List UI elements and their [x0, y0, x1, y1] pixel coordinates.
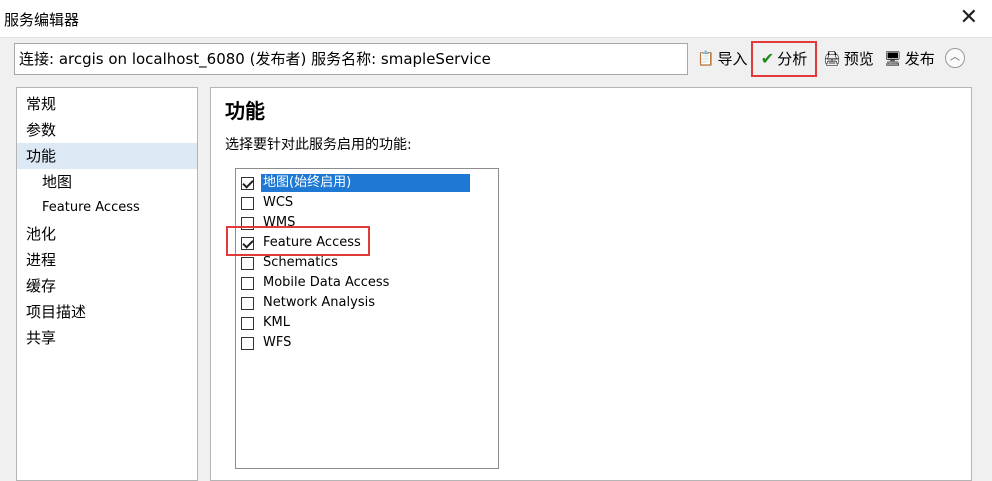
publish-label: 发布	[904, 50, 935, 68]
capabilities-list: 地图(始终启用) WCS WMS Feature Access Schemati…	[235, 168, 499, 469]
list-item[interactable]: WFS	[241, 333, 293, 353]
sidebar-item-processes[interactable]: 进程	[17, 247, 197, 273]
collapse-icon[interactable]: ︿	[945, 48, 965, 68]
sidebar-item-caching[interactable]: 缓存	[17, 273, 197, 299]
import-button[interactable]: 📋 导入	[697, 43, 747, 75]
import-label: 导入	[717, 50, 748, 68]
list-item[interactable]: WCS	[241, 193, 295, 213]
import-icon: 📋	[697, 51, 715, 67]
checkbox[interactable]	[241, 196, 254, 210]
checkbox[interactable]	[241, 336, 254, 350]
checkbox[interactable]	[241, 176, 254, 190]
checkbox[interactable]	[241, 276, 254, 290]
capability-label: KML	[263, 315, 290, 330]
capability-label: WFS	[263, 335, 292, 350]
list-item[interactable]: Schematics	[241, 253, 340, 273]
list-item[interactable]: Network Analysis	[241, 293, 377, 313]
list-item[interactable]: 地图(始终启用)	[241, 173, 470, 193]
checkbox[interactable]	[241, 256, 254, 270]
analyze-label: 分析	[777, 50, 808, 68]
capability-label: 地图(始终启用)	[261, 174, 470, 192]
sidebar-item-capabilities[interactable]: 功能	[17, 143, 197, 169]
list-item[interactable]: KML	[241, 313, 292, 333]
close-icon[interactable]: ✕	[960, 5, 978, 30]
main-panel: 功能 选择要针对此服务启用的功能: 地图(始终启用) WCS WMS Featu…	[210, 87, 972, 481]
list-item[interactable]: Mobile Data Access	[241, 273, 391, 293]
sidebar-item-map[interactable]: 地图	[17, 169, 197, 195]
checkbox[interactable]	[241, 316, 254, 330]
preview-label: 预览	[843, 50, 874, 68]
sidebar-item-feature-access[interactable]: Feature Access	[17, 195, 197, 221]
sidebar-item-item-description[interactable]: 项目描述	[17, 299, 197, 325]
sidebar-item-general[interactable]: 常规	[17, 91, 197, 117]
toolbar: 连接: arcgis on localhost_6080 (发布者) 服务名称:…	[0, 38, 992, 84]
capability-label: Network Analysis	[263, 295, 375, 310]
title-bar: 服务编辑器 ✕	[0, 0, 992, 38]
preview-button[interactable]: 🖨 预览	[823, 43, 874, 75]
page-title: 功能	[225, 99, 265, 123]
preview-icon: 🖨	[823, 51, 841, 67]
connection-field: 连接: arcgis on localhost_6080 (发布者) 服务名称:…	[14, 43, 688, 75]
check-icon: ✔	[760, 49, 775, 68]
capabilities-prompt: 选择要针对此服务启用的功能:	[225, 137, 412, 153]
publish-icon: 🖥	[884, 51, 902, 67]
publish-button[interactable]: 🖥 发布	[884, 43, 935, 75]
sidebar: 常规 参数 功能 地图 Feature Access 池化 进程 缓存 项目描述…	[16, 87, 198, 481]
sidebar-item-parameters[interactable]: 参数	[17, 117, 197, 143]
analyze-button[interactable]: ✔ 分析	[751, 41, 817, 77]
window-title: 服务编辑器	[4, 11, 80, 29]
capability-label: WCS	[263, 195, 294, 210]
sidebar-item-sharing[interactable]: 共享	[17, 325, 197, 351]
feature-access-highlight	[226, 226, 370, 256]
sidebar-item-pooling[interactable]: 池化	[17, 221, 197, 247]
capability-label: Schematics	[263, 255, 338, 270]
capability-label: Mobile Data Access	[263, 275, 390, 290]
checkbox[interactable]	[241, 296, 254, 310]
